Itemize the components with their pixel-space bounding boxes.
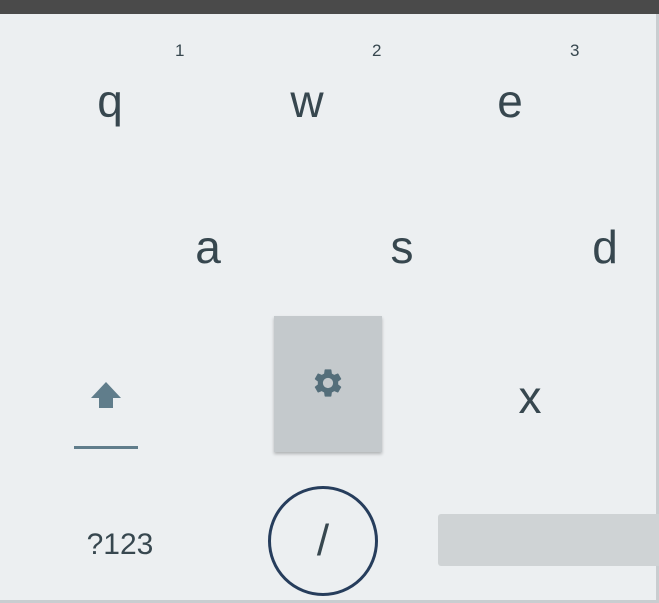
key-q[interactable]: q <box>70 66 150 136</box>
slash-key[interactable]: / <box>268 486 378 596</box>
key-w-hint: 2 <box>372 41 382 60</box>
key-s-label: s <box>390 221 414 273</box>
key-q-hint: 1 <box>175 41 185 60</box>
key-x-label: x <box>518 371 542 423</box>
key-s[interactable]: s <box>362 212 442 282</box>
key-q-label: q <box>97 75 123 127</box>
key-e[interactable]: e <box>470 66 550 136</box>
shift-key[interactable] <box>74 370 140 454</box>
key-a-label: a <box>195 221 221 273</box>
key-w-label: w <box>290 75 324 127</box>
top-divider-bar <box>0 0 659 14</box>
key-a[interactable]: a <box>168 212 248 282</box>
slash-key-label: / <box>316 516 330 565</box>
key-w[interactable]: w <box>262 66 352 136</box>
shift-underline-indicator <box>74 446 138 449</box>
settings-key[interactable] <box>274 316 382 452</box>
key-d[interactable]: d <box>565 212 645 282</box>
gear-icon <box>314 369 342 397</box>
symbols-key[interactable]: ?123 <box>70 520 170 570</box>
key-e-hint: 3 <box>570 41 580 60</box>
keyboard-view: 1 2 3 q w e a s d x ?123 / <box>0 0 659 603</box>
space-bar[interactable] <box>438 514 659 566</box>
key-d-label: d <box>592 221 618 273</box>
symbols-key-label: ?123 <box>86 528 154 561</box>
key-x[interactable]: x <box>490 362 570 432</box>
key-e-label: e <box>497 75 523 127</box>
